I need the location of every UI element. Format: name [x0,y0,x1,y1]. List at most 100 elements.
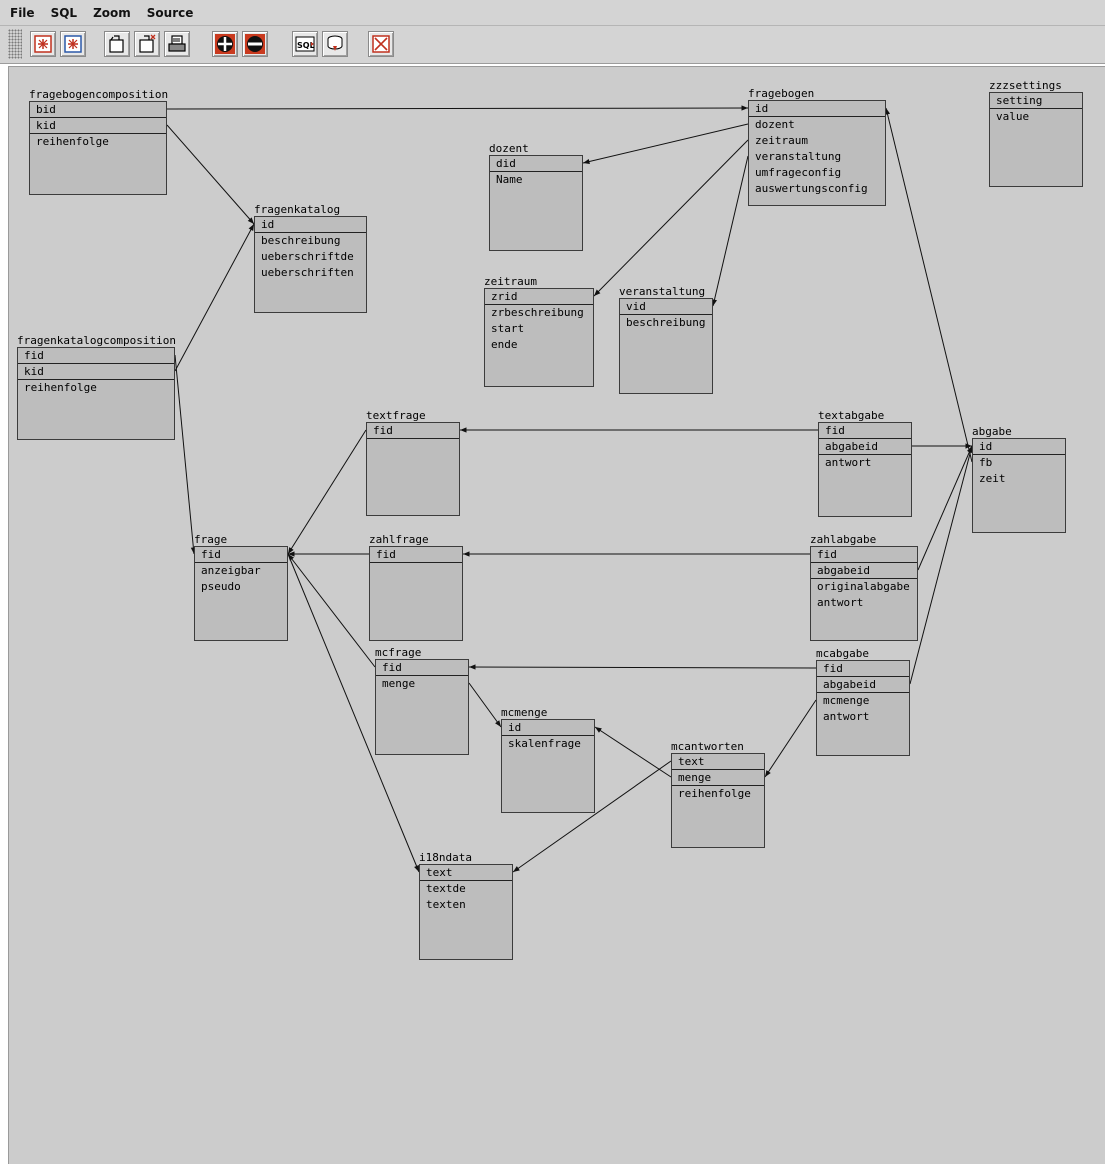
field-abgabe-fb[interactable]: fb [973,455,1065,471]
sql-export-button[interactable]: SQL [292,31,318,57]
table-dozent[interactable]: did Name [489,155,583,251]
field-fragebogencomposition-reihenfolge[interactable]: reihenfolge [30,134,166,150]
field-fragenkatalogcomposition-reihenfolge[interactable]: reihenfolge [18,380,174,396]
relationship-line [174,223,255,372]
field-fragenkatalog-id[interactable]: id [255,217,366,233]
field-mcmenge-id[interactable]: id [502,720,594,736]
table-frage[interactable]: fid anzeigbar pseudo [194,546,288,641]
field-dozent-did[interactable]: did [490,156,582,172]
field-mcmenge-skalenfrage[interactable]: skalenfrage [502,736,594,752]
field-frage-anzeigbar[interactable]: anzeigbar [195,563,287,579]
table-mcantworten[interactable]: text menge reihenfolge [671,753,765,848]
diagram-canvas[interactable]: fragebogencomposition bid kid reihenfolge fr… [8,66,1105,1164]
field-i18ndata-text[interactable]: text [420,865,512,881]
print-icon [168,35,186,52]
table-title-mcmenge: mcmenge [501,706,548,719]
field-mcabgabe-antwort[interactable]: antwort [817,709,909,725]
field-i18ndata-textde[interactable]: textde [420,881,512,897]
field-zzzsettings-setting[interactable]: setting [990,93,1082,109]
field-mcfrage-fid[interactable]: fid [376,660,468,676]
field-mcfrage-menge[interactable]: menge [376,676,468,692]
open-new-button[interactable] [134,31,160,57]
field-frage-pseudo[interactable]: pseudo [195,579,287,595]
new-table-alt-button[interactable] [60,31,86,57]
field-fragebogen-umfrageconfig[interactable]: umfrageconfig [749,165,885,181]
field-mcabgabe-abgabeid[interactable]: abgabeid [817,677,909,693]
field-abgabe-id[interactable]: id [973,439,1065,455]
menu-sql[interactable]: SQL [49,4,80,22]
table-fragenkatalog[interactable]: id beschreibung ueberschriftde ueberschrift… [254,216,367,313]
field-fragenkatalog-beschreibung[interactable]: beschreibung [255,233,366,249]
field-veranstaltung-beschreibung[interactable]: beschreibung [620,315,712,331]
field-fragenkatalog-ueberschriftde[interactable]: ueberschriftde [255,249,366,265]
field-zahlfrage-fid[interactable]: fid [370,547,462,563]
table-mcabgabe[interactable]: fid abgabeid mcmenge antwort [816,660,910,756]
field-zahlabgabe-abgabeid[interactable]: abgabeid [811,563,917,579]
print-button[interactable] [164,31,190,57]
table-textfrage[interactable]: fid [366,422,460,516]
field-frage-fid[interactable]: fid [195,547,287,563]
field-dozent-name[interactable]: Name [490,172,582,188]
table-veranstaltung[interactable]: vid beschreibung [619,298,713,394]
table-zahlabgabe[interactable]: fid abgabeid originalabgabe antwort [810,546,918,641]
table-fragenkatalogcomposition[interactable]: fid kid reihenfolge [17,347,175,440]
field-fragebogen-zeitraum[interactable]: zeitraum [749,133,885,149]
menu-zoom[interactable]: Zoom [91,4,133,22]
field-textabgabe-fid[interactable]: fid [819,423,911,439]
zoom-out-button[interactable] [242,31,268,57]
field-fragebogen-veranstaltung[interactable]: veranstaltung [749,149,885,165]
table-mcfrage[interactable]: fid menge [375,659,469,755]
table-zzzsettings[interactable]: setting value [989,92,1083,187]
field-zeitraum-zrbeschreibung[interactable]: zrbeschreibung [485,305,593,321]
field-fragebogen-auswertungsconfig[interactable]: auswertungsconfig [749,181,885,197]
table-mcmenge[interactable]: id skalenfrage [501,719,595,813]
field-zahlabgabe-originalabgabe[interactable]: originalabgabe [811,579,917,595]
open-button[interactable] [104,31,130,57]
field-mcabgabe-fid[interactable]: fid [817,661,909,677]
field-veranstaltung-vid[interactable]: vid [620,299,712,315]
arrowhead-icon [765,770,771,777]
menu-source[interactable]: Source [145,4,196,22]
arrowhead-icon [463,551,470,557]
field-mcantworten-reihenfolge[interactable]: reihenfolge [672,786,764,802]
field-fragenkatalog-ueberschriften[interactable]: ueberschriften [255,265,366,281]
field-textfrage-fid[interactable]: fid [367,423,459,439]
table-i18ndata[interactable]: text textde texten [419,864,513,960]
field-zzzsettings-value[interactable]: value [990,109,1082,125]
field-mcantworten-menge[interactable]: menge [672,770,764,786]
table-fragebogen[interactable]: id dozent zeitraum veranstaltung umfrageconf… [748,100,886,206]
close-button[interactable] [368,31,394,57]
new-table-button[interactable] [30,31,56,57]
table-title-zahlabgabe: zahlabgabe [810,533,877,546]
field-zahlabgabe-fid[interactable]: fid [811,547,917,563]
field-zahlabgabe-antwort[interactable]: antwort [811,595,917,611]
toolbar-grip-icon[interactable] [8,29,22,59]
field-zeitraum-ende[interactable]: ende [485,337,593,353]
table-zeitraum[interactable]: zrid zrbeschreibung start ende [484,288,594,387]
field-fragenkatalogcomposition-fid[interactable]: fid [18,348,174,364]
field-abgabe-zeit[interactable]: zeit [973,471,1065,487]
field-zeitraum-start[interactable]: start [485,321,593,337]
table-textabgabe[interactable]: fid abgabeid antwort [818,422,912,517]
field-fragenkatalogcomposition-kid[interactable]: kid [18,364,174,380]
field-fragebogen-dozent[interactable]: dozent [749,117,885,133]
database-import-button[interactable] [322,31,348,57]
relationship-line [287,553,376,668]
field-mcabgabe-mcmenge[interactable]: mcmenge [817,693,909,709]
field-fragebogencomposition-bid[interactable]: bid [30,102,166,118]
table-abgabe[interactable]: id fb zeit [972,438,1066,533]
relationship-line [909,445,973,685]
field-mcantworten-text[interactable]: text [672,754,764,770]
table-fragebogencomposition[interactable]: bid kid reihenfolge [29,101,167,195]
field-zeitraum-zrid[interactable]: zrid [485,289,593,305]
field-fragebogen-id[interactable]: id [749,101,885,117]
zoom-in-button[interactable] [212,31,238,57]
field-fragebogencomposition-kid[interactable]: kid [30,118,166,134]
field-textabgabe-abgabeid[interactable]: abgabeid [819,439,911,455]
relationship-line [166,107,749,110]
table-title-abgabe: abgabe [972,425,1012,438]
field-textabgabe-antwort[interactable]: antwort [819,455,911,471]
field-i18ndata-texten[interactable]: texten [420,897,512,913]
menu-file[interactable]: File [8,4,37,22]
table-zahlfrage[interactable]: fid [369,546,463,641]
